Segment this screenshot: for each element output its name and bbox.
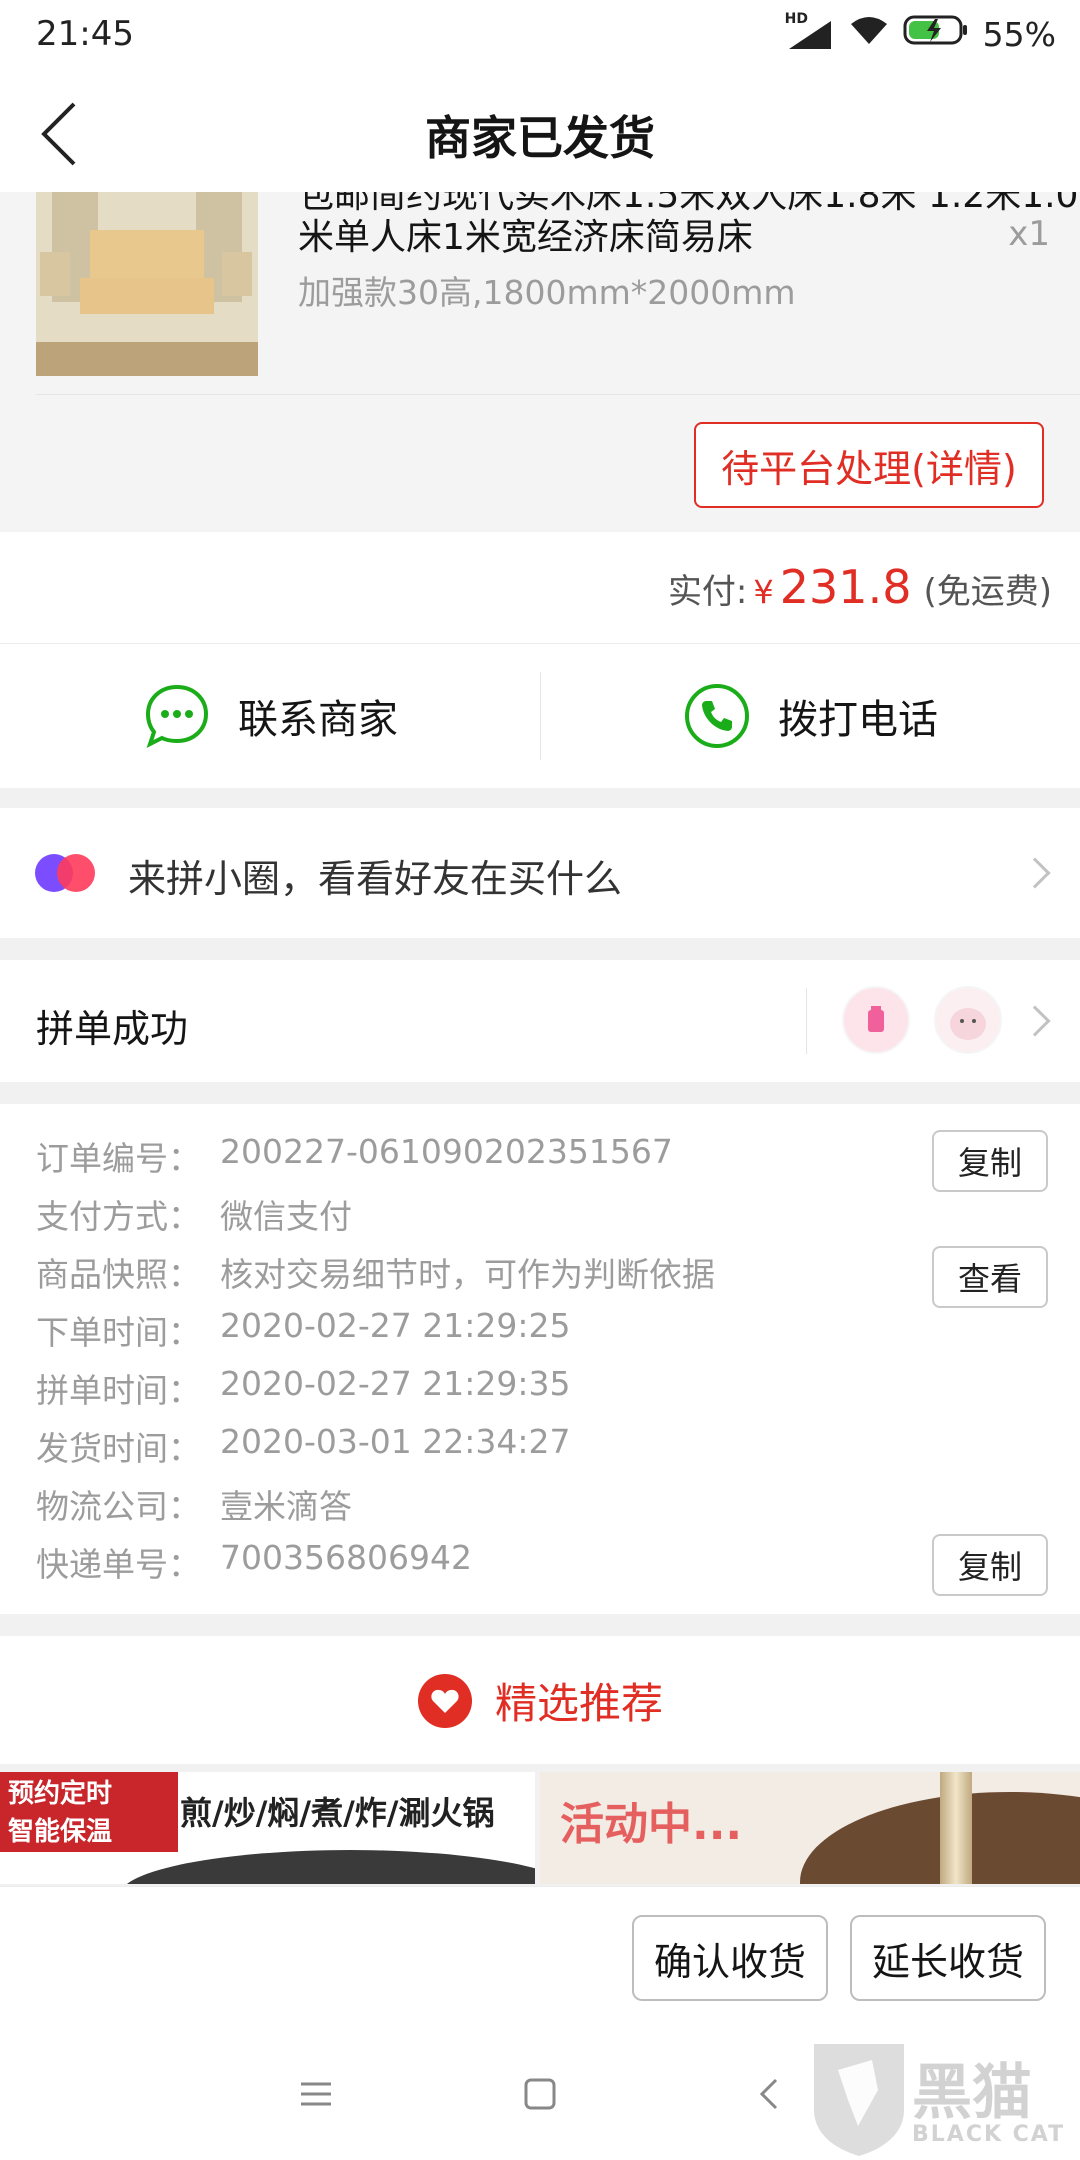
product-image[interactable] bbox=[36, 192, 258, 376]
status-time: 21:45 bbox=[36, 14, 134, 54]
info-label: 物流公司： bbox=[36, 1487, 201, 1526]
call-phone-label: 拨打电话 bbox=[778, 697, 938, 743]
view-snapshot-button[interactable]: 查看 bbox=[932, 1246, 1048, 1308]
info-label: 订单编号： bbox=[36, 1139, 201, 1178]
circle-logo-icon bbox=[35, 854, 95, 892]
extend-receipt-button[interactable]: 延长收货 bbox=[850, 1915, 1046, 2001]
bottom-action-bar: 确认收货 延长收货 bbox=[0, 1886, 1080, 2030]
snapshot-row: 商品快照： 核对交易细节时，可作为判断依据 bbox=[36, 1248, 715, 1296]
recommend-item[interactable]: 活动中... bbox=[540, 1772, 1080, 1884]
snapshot-text: 核对交易细节时，可作为判断依据 bbox=[220, 1255, 715, 1294]
signal-tag: HD bbox=[784, 11, 808, 27]
battery-percent: 55% bbox=[982, 14, 1056, 54]
product-name-line2: 米单人床1米宽经济床简易床 bbox=[298, 217, 753, 258]
order-number: 200227-061090202351567 bbox=[220, 1132, 673, 1171]
order-time: 2020-02-27 21:29:25 bbox=[220, 1306, 571, 1345]
shipping-note: (免运费) bbox=[923, 572, 1052, 612]
ribbon-line2: 智能保温 bbox=[8, 1817, 113, 1847]
divider bbox=[36, 394, 1080, 395]
product-image bbox=[120, 1850, 535, 1884]
watermark-text-en: BLACK CAT bbox=[912, 2122, 1066, 2147]
watermark-text-cn: 黑猫 bbox=[912, 2058, 1032, 2128]
payment-currency: ¥ bbox=[753, 573, 774, 611]
circle-text: 来拼小圈，看看好友在买什么 bbox=[128, 857, 623, 901]
chevron-right-icon bbox=[1019, 857, 1051, 889]
wifi-icon bbox=[849, 14, 889, 54]
friends-circle-row[interactable]: 来拼小圈，看看好友在买什么 bbox=[0, 808, 1080, 938]
payment-method-row: 支付方式： 微信支付 bbox=[36, 1190, 352, 1238]
heart-badge-icon bbox=[417, 1673, 472, 1728]
chevron-right-icon bbox=[1019, 1005, 1051, 1037]
product-card[interactable]: 包邮简约现代实木床1.5米双人床1.8米 1.2米1.0 米单人床1米宽经济床简… bbox=[0, 192, 1080, 532]
promo-ribbon: 预约定时 智能保温 bbox=[0, 1772, 178, 1852]
info-label: 拼单时间： bbox=[36, 1371, 201, 1410]
group-time-row: 拼单时间： 2020-02-27 21:29:35 bbox=[36, 1364, 570, 1412]
payment-summary: 实付: ¥ 231.8 (免运费) bbox=[0, 532, 1080, 644]
recommend-header: 精选推荐 bbox=[0, 1636, 1080, 1764]
payment-amount: 231.8 bbox=[779, 560, 912, 614]
phone-icon bbox=[685, 684, 749, 748]
banner-text: 活动中... bbox=[560, 1799, 743, 1850]
product-spec: 加强款30高,1800mm*2000mm bbox=[298, 273, 796, 312]
info-label: 快递单号： bbox=[36, 1545, 201, 1584]
signal-icon: HD bbox=[785, 11, 835, 51]
copy-order-number-button[interactable]: 复制 bbox=[932, 1130, 1048, 1192]
payment-line: 实付: ¥ 231.8 (免运费) bbox=[668, 560, 1052, 614]
aftersale-status-button[interactable]: 待平台处理(详情) bbox=[694, 422, 1044, 508]
avatar bbox=[842, 986, 910, 1054]
tracking-number-row: 快递单号： 700356806942 bbox=[36, 1538, 472, 1586]
ship-time-row: 发货时间： 2020-03-01 22:34:27 bbox=[36, 1422, 570, 1470]
logistics-company-row: 物流公司： 壹米滴答 bbox=[36, 1480, 352, 1528]
group-time: 2020-02-27 21:29:35 bbox=[220, 1364, 571, 1403]
info-label: 发货时间： bbox=[36, 1429, 201, 1468]
copy-tracking-number-button[interactable]: 复制 bbox=[932, 1534, 1048, 1596]
contact-bar: 联系商家 拨打电话 bbox=[0, 644, 1080, 788]
top-nav-bar: 商家已发货 bbox=[0, 72, 1080, 192]
divider bbox=[806, 988, 807, 1054]
product-quantity: x1 bbox=[1008, 214, 1050, 254]
confirm-receipt-button[interactable]: 确认收货 bbox=[632, 1915, 828, 2001]
home-icon[interactable] bbox=[522, 2076, 558, 2112]
banner-text: 煎/炒/焖/煮/炸/涮火锅 bbox=[180, 1794, 495, 1832]
chat-bubble-icon bbox=[145, 684, 209, 748]
watermark-logo: 黑猫 BLACK CAT bbox=[808, 2040, 1080, 2160]
order-time-row: 下单时间： 2020-02-27 21:29:25 bbox=[36, 1306, 570, 1354]
logistics-company: 壹米滴答 bbox=[220, 1487, 352, 1526]
info-label: 下单时间： bbox=[36, 1313, 201, 1352]
recommend-title: 精选推荐 bbox=[494, 1679, 663, 1728]
group-success-row[interactable]: 拼单成功 bbox=[0, 960, 1080, 1082]
battery-icon bbox=[903, 14, 969, 54]
recommend-title-wrap: 精选推荐 bbox=[0, 1670, 1080, 1731]
back-nav-icon[interactable] bbox=[752, 2076, 788, 2112]
payment-label: 实付: bbox=[667, 572, 748, 612]
menu-icon[interactable] bbox=[298, 2076, 334, 2112]
recommend-item[interactable]: 预约定时 智能保温 煎/炒/焖/煮/炸/涮火锅 bbox=[0, 1772, 535, 1884]
tracking-number: 700356806942 bbox=[220, 1538, 472, 1577]
info-label: 商品快照： bbox=[36, 1255, 201, 1294]
page-title: 商家已发货 bbox=[425, 111, 655, 165]
status-icons: HD 55% bbox=[785, 11, 1056, 56]
status-bar: 21:45 HD 55% bbox=[0, 0, 1080, 72]
call-phone-button[interactable]: 拨打电话 bbox=[540, 644, 1080, 788]
payment-method: 微信支付 bbox=[220, 1197, 352, 1236]
product-image-handle bbox=[940, 1772, 972, 1884]
group-status-text: 拼单成功 bbox=[36, 1007, 189, 1051]
info-label: 支付方式： bbox=[36, 1197, 201, 1236]
ribbon-line1: 预约定时 bbox=[8, 1779, 113, 1809]
avatar bbox=[934, 986, 1002, 1054]
order-number-row: 订单编号： 200227-061090202351567 bbox=[36, 1132, 673, 1180]
order-info: 订单编号： 200227-061090202351567 复制 支付方式： 微信… bbox=[0, 1104, 1080, 1614]
contact-merchant-label: 联系商家 bbox=[238, 697, 398, 743]
ship-time: 2020-03-01 22:34:27 bbox=[220, 1422, 571, 1461]
contact-merchant-button[interactable]: 联系商家 bbox=[0, 644, 540, 788]
